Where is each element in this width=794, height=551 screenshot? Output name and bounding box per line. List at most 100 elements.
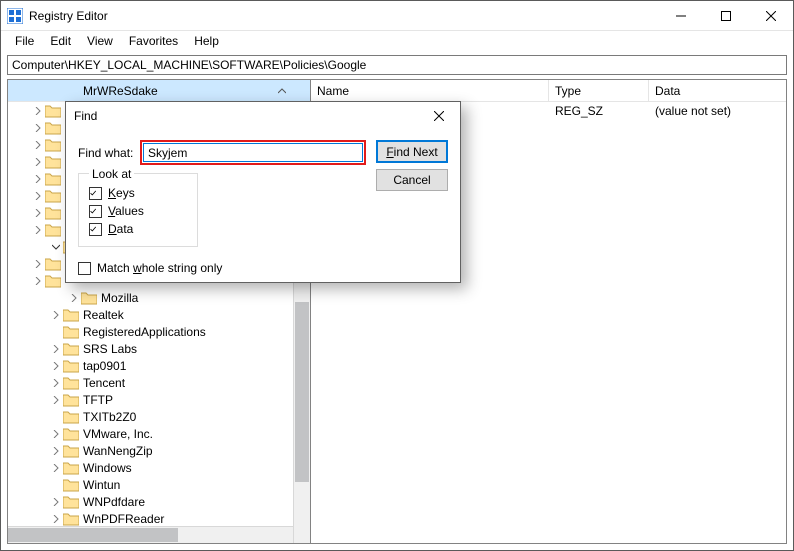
chevron-right-icon[interactable] xyxy=(50,513,62,525)
chevron-right-icon[interactable] xyxy=(32,224,44,236)
tree-item[interactable]: Mozilla xyxy=(8,289,310,306)
chevron-right-icon[interactable] xyxy=(50,360,62,372)
tree-item[interactable]: tap0901 xyxy=(8,357,310,374)
chevron-right-icon[interactable] xyxy=(50,445,62,457)
tree-item-label: RegisteredApplications xyxy=(83,325,206,339)
chevron-right-icon[interactable] xyxy=(68,292,80,304)
chevron-right-icon[interactable] xyxy=(50,428,62,440)
tree-item[interactable]: Windows xyxy=(8,459,310,476)
tree-item-label: Wintun xyxy=(83,478,120,492)
menu-help[interactable]: Help xyxy=(186,32,227,50)
chevron-right-icon[interactable] xyxy=(50,462,62,474)
find-dialog: Find Find what: Look at xyxy=(65,101,461,283)
find-input-highlight xyxy=(140,140,366,165)
folder-icon xyxy=(63,427,79,441)
folder-icon xyxy=(45,206,61,220)
chevron-right-icon[interactable] xyxy=(32,105,44,117)
tree-item[interactable]: TXITb2Z0 xyxy=(8,408,310,425)
chevron-right-icon[interactable] xyxy=(50,326,62,338)
tree-selected-item[interactable]: MrWReSdake xyxy=(8,80,310,102)
window-title: Registry Editor xyxy=(29,9,658,23)
chevron-right-icon[interactable] xyxy=(32,275,44,287)
chevron-right-icon[interactable] xyxy=(32,190,44,202)
chevron-down-icon[interactable] xyxy=(50,241,62,253)
folder-icon xyxy=(63,393,79,407)
chevron-right-icon[interactable] xyxy=(50,479,62,491)
chevron-right-icon[interactable] xyxy=(32,139,44,151)
tree-item[interactable]: Realtek xyxy=(8,306,310,323)
find-what-input[interactable] xyxy=(143,143,363,162)
data-checkbox-row[interactable]: Data xyxy=(89,220,187,238)
menu-file[interactable]: File xyxy=(7,32,42,50)
menu-favorites[interactable]: Favorites xyxy=(121,32,186,50)
keys-checkbox-row[interactable]: Keys xyxy=(89,184,187,202)
chevron-right-icon[interactable] xyxy=(50,394,62,406)
values-label: Values xyxy=(108,204,144,218)
checkbox-icon xyxy=(89,187,102,200)
folder-icon xyxy=(45,155,61,169)
folder-icon xyxy=(63,342,79,356)
tree-item-label: WNPdfdare xyxy=(83,495,145,509)
checkbox-icon xyxy=(78,262,91,275)
match-whole-checkbox-row[interactable]: Match whole string only xyxy=(78,259,366,277)
close-button[interactable] xyxy=(748,1,793,30)
chevron-right-icon[interactable] xyxy=(50,411,62,423)
folder-icon xyxy=(81,291,97,305)
folder-icon xyxy=(63,376,79,390)
column-header-type[interactable]: Type xyxy=(549,80,649,101)
scrollbar-thumb[interactable] xyxy=(8,528,178,542)
column-header-name[interactable]: Name xyxy=(311,80,549,101)
list-header: Name Type Data xyxy=(311,80,786,102)
folder-icon xyxy=(45,274,61,288)
tree-item[interactable]: SRS Labs xyxy=(8,340,310,357)
folder-icon xyxy=(63,359,79,373)
chevron-right-icon[interactable] xyxy=(50,377,62,389)
tree-horizontal-scrollbar[interactable] xyxy=(8,526,293,543)
chevron-right-icon[interactable] xyxy=(50,309,62,321)
cancel-button[interactable]: Cancel xyxy=(376,169,448,191)
chevron-right-icon[interactable] xyxy=(32,122,44,134)
minimize-button[interactable] xyxy=(658,1,703,30)
folder-icon xyxy=(45,121,61,135)
maximize-button[interactable] xyxy=(703,1,748,30)
scrollbar-thumb[interactable] xyxy=(295,302,309,482)
find-next-button[interactable]: Find Next xyxy=(376,140,448,163)
menu-edit[interactable]: Edit xyxy=(42,32,79,50)
find-title-bar: Find xyxy=(66,102,460,130)
folder-icon xyxy=(45,138,61,152)
tree-item[interactable]: WanNengZip xyxy=(8,442,310,459)
chevron-right-icon[interactable] xyxy=(32,207,44,219)
chevron-right-icon[interactable] xyxy=(32,156,44,168)
chevron-up-icon xyxy=(276,85,288,97)
tree-item-label: MrWReSdake xyxy=(83,84,158,98)
tree-item-label: Realtek xyxy=(83,308,124,322)
tree-item-label: VMware, Inc. xyxy=(83,427,153,441)
tree-item[interactable]: Wintun xyxy=(8,476,310,493)
folder-icon xyxy=(45,257,61,271)
column-header-data[interactable]: Data xyxy=(649,80,786,101)
folder-icon xyxy=(45,223,61,237)
tree-item-label: tap0901 xyxy=(83,359,126,373)
checkbox-icon xyxy=(89,205,102,218)
chevron-right-icon[interactable] xyxy=(50,343,62,355)
data-label: Data xyxy=(108,222,133,236)
chevron-right-icon[interactable] xyxy=(32,173,44,185)
app-icon xyxy=(7,8,23,24)
values-checkbox-row[interactable]: Values xyxy=(89,202,187,220)
menu-view[interactable]: View xyxy=(79,32,121,50)
tree-item[interactable]: RegisteredApplications xyxy=(8,323,310,340)
address-text: Computer\HKEY_LOCAL_MACHINE\SOFTWARE\Pol… xyxy=(12,58,366,72)
address-bar[interactable]: Computer\HKEY_LOCAL_MACHINE\SOFTWARE\Pol… xyxy=(7,55,787,75)
tree-item[interactable]: Tencent xyxy=(8,374,310,391)
chevron-right-icon[interactable] xyxy=(50,496,62,508)
folder-icon xyxy=(63,410,79,424)
tree-item[interactable]: TFTP xyxy=(8,391,310,408)
folder-icon xyxy=(63,325,79,339)
tree-item[interactable]: WnPDFReader xyxy=(8,510,310,527)
folder-icon xyxy=(63,461,79,475)
tree-item[interactable]: WNPdfdare xyxy=(8,493,310,510)
tree-item[interactable]: VMware, Inc. xyxy=(8,425,310,442)
folder-icon xyxy=(45,189,61,203)
find-close-button[interactable] xyxy=(426,103,452,129)
chevron-right-icon[interactable] xyxy=(32,258,44,270)
